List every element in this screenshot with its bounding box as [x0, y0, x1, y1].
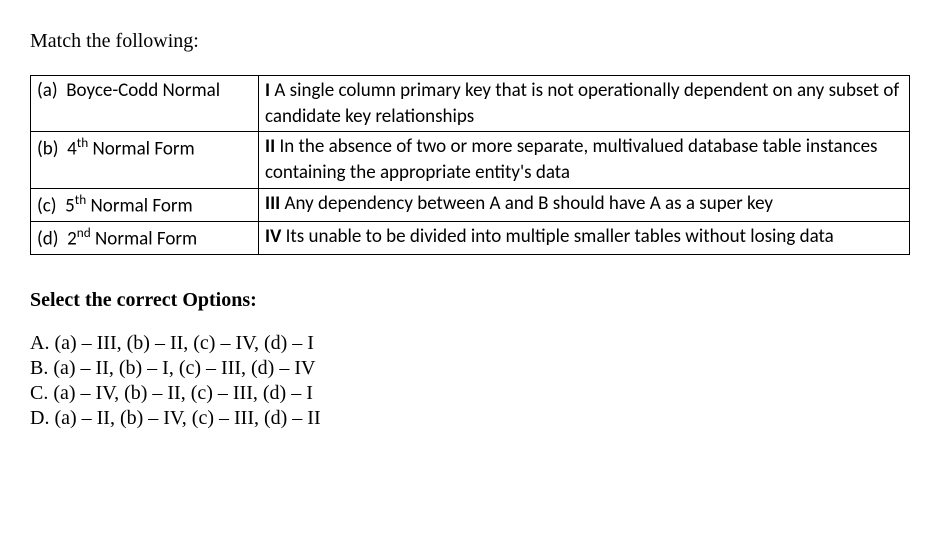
match-left-cell: (c) 5th Normal Form — [31, 188, 259, 221]
table-row: (c) 5th Normal Form III Any dependency b… — [31, 188, 910, 221]
option-c: C. (a) – IV, (b) – II, (c) – III, (d) – … — [30, 382, 917, 405]
right-text: Its unable to be divided into multiple s… — [286, 225, 834, 248]
match-left-cell: (b) 4th Normal Form — [31, 132, 259, 188]
table-row: (d) 2nd Normal Form IV Its unable to be … — [31, 221, 910, 254]
match-right-cell: IV Its unable to be divided into multipl… — [259, 221, 910, 254]
left-text: Normal Form — [95, 227, 197, 250]
option-b: B. (a) – II, (b) – I, (c) – III, (d) – I… — [30, 357, 917, 380]
right-text: In the absence of two or more separate, … — [265, 135, 877, 184]
ordinal-sup: th — [77, 134, 88, 151]
match-right-cell: I A single column primary key that is no… — [259, 76, 910, 132]
ordinal-sup: nd — [77, 224, 91, 241]
ordinal-sup: th — [75, 191, 86, 208]
match-right-cell: II In the absence of two or more separat… — [259, 132, 910, 188]
right-num: IV — [265, 225, 281, 248]
left-text: Normal Form — [93, 138, 195, 161]
right-text: A single column primary key that is not … — [265, 79, 899, 128]
left-text: Normal Form — [91, 194, 193, 217]
left-label: (b) — [37, 138, 59, 161]
question-prompt: Match the following: — [30, 30, 917, 53]
right-num: I — [265, 79, 270, 102]
right-text: Any dependency between A and B should ha… — [285, 192, 774, 215]
left-label: (c) — [37, 194, 57, 217]
options-heading: Select the correct Options: — [30, 289, 917, 312]
left-label: (d) — [37, 227, 59, 250]
match-left-cell: (a) Boyce-Codd Normal — [31, 76, 259, 132]
option-d: D. (a) – II, (b) – IV, (c) – III, (d) – … — [30, 407, 917, 430]
match-table: (a) Boyce-Codd Normal I A single column … — [30, 75, 910, 255]
left-label: (a) — [37, 79, 58, 102]
match-right-cell: III Any dependency between A and B shoul… — [259, 188, 910, 221]
left-text: Boyce-Codd Normal — [66, 79, 220, 102]
table-row: (a) Boyce-Codd Normal I A single column … — [31, 76, 910, 132]
option-a: A. (a) – III, (b) – II, (c) – IV, (d) – … — [30, 332, 917, 355]
right-num: III — [265, 192, 280, 215]
match-left-cell: (d) 2nd Normal Form — [31, 221, 259, 254]
right-num: II — [265, 135, 275, 158]
table-row: (b) 4th Normal Form II In the absence of… — [31, 132, 910, 188]
